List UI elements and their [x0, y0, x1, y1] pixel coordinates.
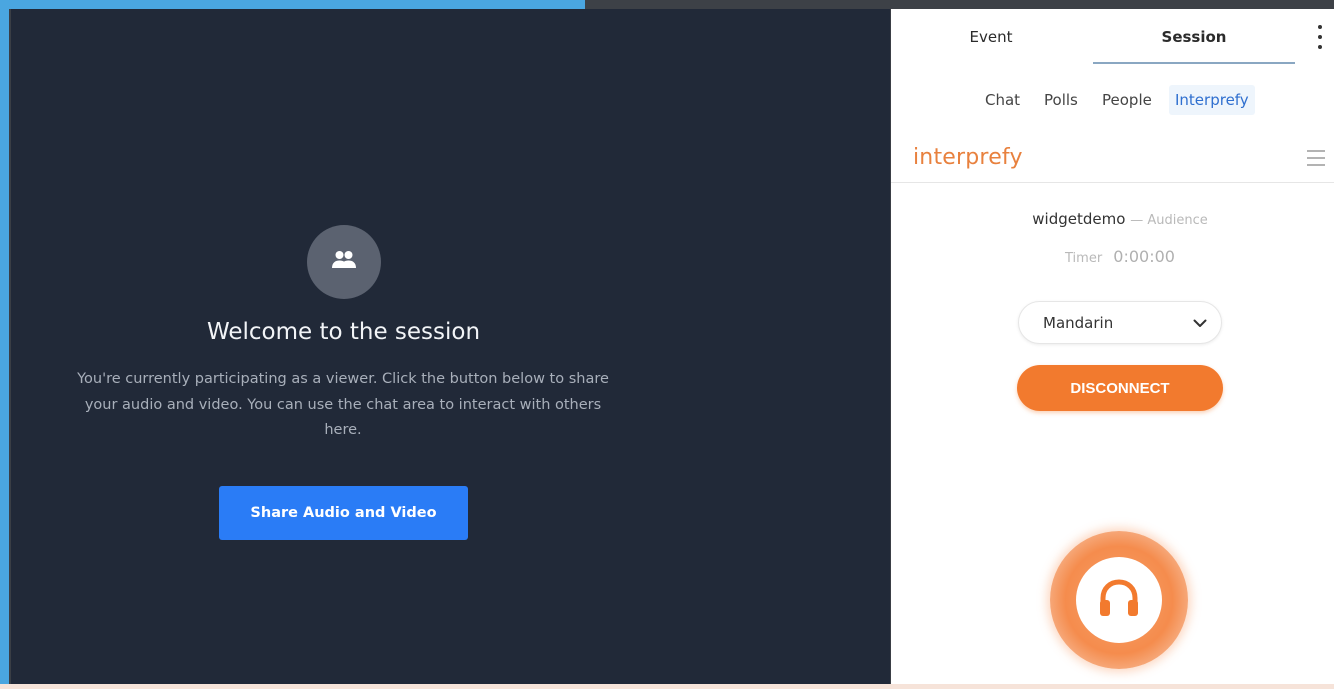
timer-label: Timer [1065, 251, 1103, 266]
subtab-people[interactable]: People [1096, 85, 1158, 115]
hamburger-icon[interactable] [1307, 150, 1325, 166]
selected-language: Mandarin [1043, 313, 1114, 332]
participants-avatar [307, 225, 381, 299]
people-icon [331, 249, 357, 275]
welcome-description: You're currently participating as a view… [77, 371, 609, 438]
timer: Timer 0:00:00 [891, 247, 1334, 266]
timer-value: 0:00:00 [1113, 247, 1175, 266]
interprefy-logo: interprefy [913, 145, 1023, 170]
subtab-interprefy[interactable]: Interprefy [1169, 85, 1255, 115]
session-stage: Welcome to the session You're currently … [11, 9, 890, 684]
window-frame-bottom [0, 684, 1334, 689]
room-info: widgetdemo — Audience [891, 210, 1334, 228]
tab-event[interactable]: Event [941, 9, 1041, 64]
tab-session[interactable]: Session [1093, 9, 1295, 64]
window-frame-left-accent [0, 0, 9, 689]
window-frame-top [585, 0, 1334, 9]
welcome-title: Welcome to the session [206, 319, 481, 345]
kebab-icon[interactable] [1313, 25, 1327, 49]
share-audio-video-button[interactable]: Share Audio and Video [219, 486, 468, 540]
room-name: widgetdemo [1032, 210, 1126, 228]
headphones-icon [1097, 577, 1141, 623]
side-panel: Event Session Chat Polls People Interpre… [891, 9, 1334, 684]
language-select[interactable]: Mandarin [1018, 301, 1222, 344]
divider [891, 182, 1334, 183]
window-frame-top-accent [0, 0, 585, 9]
subtab-chat[interactable]: Chat [979, 85, 1026, 115]
room-role: — Audience [1130, 213, 1208, 228]
headset-inner [1076, 557, 1162, 643]
sub-tab-bar: Chat Polls People Interprefy [891, 85, 1334, 115]
listen-button[interactable] [1050, 531, 1188, 669]
chevron-down-icon [1193, 314, 1207, 332]
subtab-polls[interactable]: Polls [1038, 85, 1084, 115]
active-tab-indicator [1093, 62, 1295, 64]
disconnect-button[interactable]: DISCONNECT [1017, 365, 1223, 411]
